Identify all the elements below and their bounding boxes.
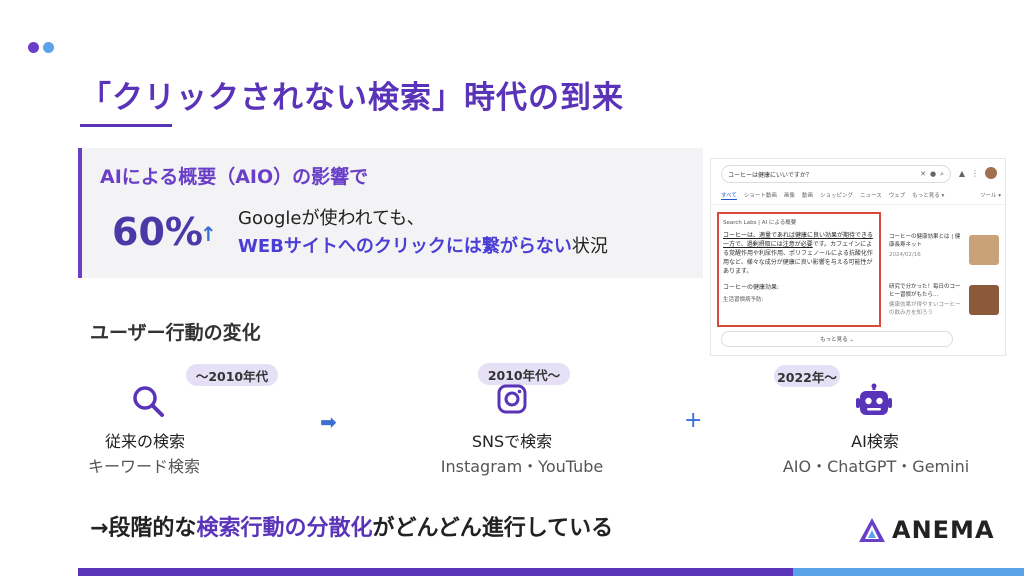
bottom-bar-blue	[793, 568, 1024, 576]
google-search-screenshot: コーヒーは健康にいいですか？ ✕ ● ⌕ ▲ ⋮ すべて ショート動画 画像 動…	[710, 158, 1006, 356]
search-icon	[131, 384, 165, 422]
impact-highlight: WEBサイトへのクリックには繋がらない	[238, 236, 572, 257]
conclusion-prefix: →段階的な	[90, 516, 197, 541]
brand-logo: ANEMA	[858, 516, 995, 544]
avatar	[985, 167, 997, 179]
brand-name: ANEMA	[892, 516, 995, 544]
anema-logo-icon	[859, 518, 885, 542]
search-icon: ⌕	[940, 169, 944, 178]
search-query: コーヒーは健康にいいですか？	[728, 171, 812, 179]
result-card: 研究で分かった！毎日のコーヒー習慣がもたら... 健康効果が得やすいコーヒーの飲…	[889, 283, 999, 331]
percent-stat: 60%	[112, 210, 203, 254]
tab-videos: 動画	[801, 193, 813, 199]
ai-overview-subhead: コーヒーの健康効果:	[723, 284, 780, 291]
robot-icon	[855, 383, 893, 421]
plus-icon: +	[684, 408, 703, 433]
tab-images: 画像	[783, 193, 795, 199]
purple-dot	[28, 42, 39, 53]
arrow-right-icon: ➡	[320, 410, 337, 434]
period-pill-1: 〜2010年代	[186, 364, 278, 386]
result-thumbnail	[969, 285, 999, 315]
period-pill-2: 2010年代〜	[478, 363, 570, 385]
impact-line-1: Googleが使われても、	[238, 208, 425, 229]
conclusion-suffix: がどんどん進行している	[372, 516, 614, 541]
slide-title: 「クリックされない検索」時代の到来	[80, 80, 624, 116]
result-card-title: 研究で分かった！毎日のコーヒー習慣がもたら...	[889, 284, 961, 298]
stage-2-label: SNSで検索	[471, 432, 553, 451]
instagram-icon	[497, 384, 527, 418]
labs-icon: ▲	[958, 168, 965, 178]
result-card-title: コーヒーの健康効果とは | 健康長寿ネット	[889, 234, 961, 248]
stage-3-label: AI検索	[851, 432, 899, 451]
impact-line-2: WEBサイトへのクリックには繋がらない状況	[238, 232, 608, 258]
tab-shopping: ショッピング	[819, 193, 853, 199]
impact-rest: 状況	[571, 236, 608, 257]
stage-1-sub: キーワード検索	[87, 457, 200, 476]
show-more-button: もっと見る ⌄	[721, 331, 953, 347]
mic-icon: ●	[929, 170, 937, 178]
aio-impact-heading: AIによる概要（AIO）の影響で	[100, 166, 369, 188]
tab-tools: ツール ▾	[979, 193, 1001, 199]
result-card-meta: 2024/02/16	[889, 252, 921, 258]
ai-overview-highlight: Search Labs | AI による概要 コーヒーは、適量であれば健康に良い…	[717, 212, 881, 327]
period-pill-3: 2022年〜	[774, 365, 840, 387]
ai-overview-subhead-2: 生活習慣病予防:	[723, 297, 764, 303]
tab-all: すべて	[721, 193, 737, 200]
conclusion-highlight: 検索行動の分散化	[196, 516, 373, 541]
clear-icon: ✕	[920, 170, 926, 178]
aio-impact-box: AIによる概要（AIO）の影響で 60% ↑ Googleが使われても、 WEB…	[78, 148, 703, 278]
stage-2-sub: Instagram・YouTube	[440, 457, 604, 476]
decorative-dots	[28, 42, 54, 53]
header-icons: ▲ ⋮	[959, 167, 997, 179]
stage-1-label: 従来の検索	[104, 432, 185, 451]
title-underline	[80, 124, 172, 127]
tabs-divider	[711, 204, 1005, 205]
tab-news: ニュース	[859, 193, 882, 199]
bottom-accent-bar	[78, 568, 1024, 576]
search-tabs: すべて ショート動画 画像 動画 ショッピング ニュース ウェブ もっと見る ▾…	[721, 191, 1001, 200]
tab-web: ウェブ	[888, 193, 906, 199]
behavior-heading: ユーザー行動の変化	[90, 322, 261, 344]
result-card: コーヒーの健康効果とは | 健康長寿ネット 2024/02/16	[889, 233, 999, 281]
search-bar: コーヒーは健康にいいですか？ ✕ ● ⌕	[721, 165, 951, 183]
blue-dot	[43, 42, 54, 53]
tab-more: もっと見る ▾	[912, 193, 945, 199]
stage-3-sub: AIO・ChatGPT・Gemini	[782, 457, 970, 476]
tab-shorts: ショート動画	[743, 193, 777, 199]
ai-overview-label: Search Labs | AI による概要	[723, 220, 797, 226]
result-thumbnail	[969, 235, 999, 265]
result-card-meta: 健康効果が得やすいコーヒーの飲み方を知ろう	[889, 302, 961, 316]
apps-grid-icon: ⋮	[971, 168, 979, 178]
bottom-bar-purple	[78, 568, 793, 576]
up-arrow-icon: ↑	[200, 222, 217, 246]
conclusion-text: →段階的な検索行動の分散化がどんどん進行している	[90, 510, 613, 542]
ai-overview-text: コーヒーは、適量であれば健康に良い効果が期待できる一方で、過剰摂取には注意が必要…	[723, 231, 875, 276]
